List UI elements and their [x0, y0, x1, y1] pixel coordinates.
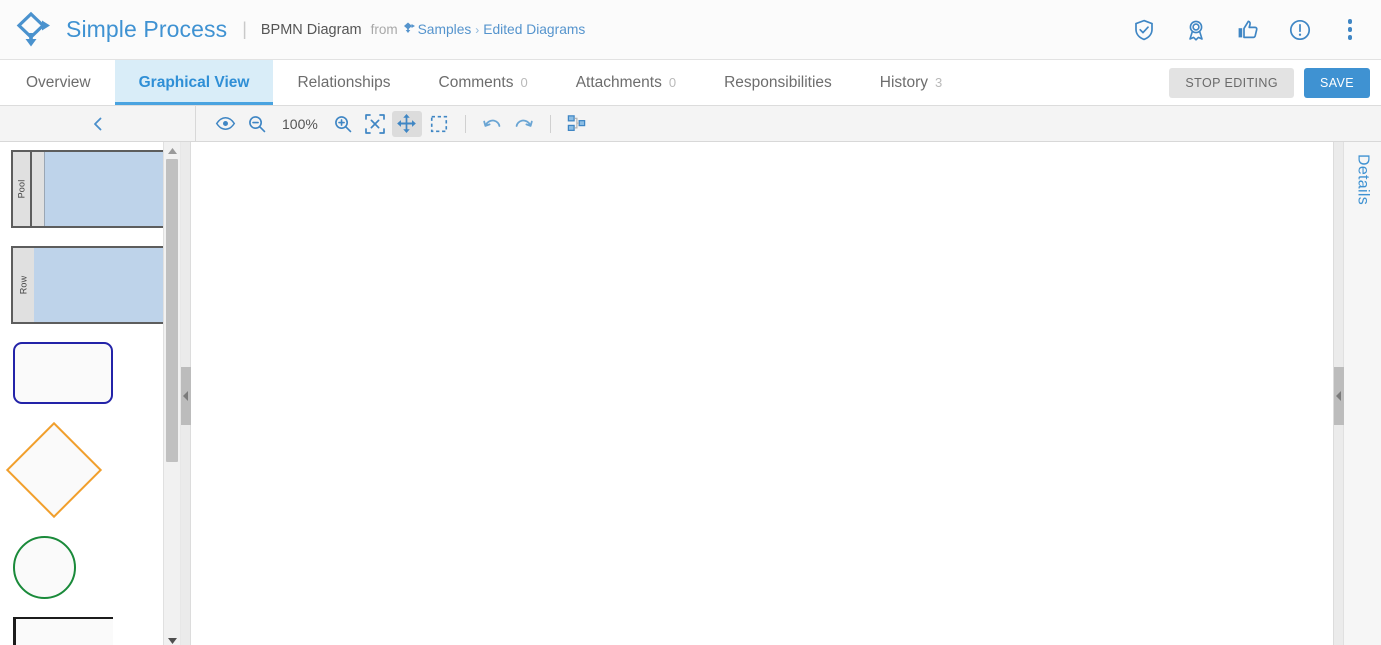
- toolbar-tools: 100%: [196, 111, 592, 137]
- breadcrumb-link-edited-diagrams[interactable]: Edited Diagrams: [483, 22, 585, 37]
- tab-label: Responsibilities: [724, 74, 832, 92]
- visibility-eye-icon[interactable]: [210, 111, 240, 137]
- tab-comments[interactable]: Comments 0: [415, 60, 552, 105]
- tab-bar-actions: STOP EDITING SAVE: [1169, 60, 1381, 105]
- palette-items: Pool Row: [0, 142, 180, 645]
- editor-body: Pool Row: [0, 142, 1381, 645]
- app-header: Simple Process | BPMN Diagram from Sampl…: [0, 0, 1381, 60]
- award-ribbon-icon[interactable]: [1183, 17, 1209, 43]
- save-button[interactable]: SAVE: [1304, 68, 1370, 98]
- event-shape-preview: [13, 536, 76, 599]
- toolbar-divider: [465, 115, 466, 133]
- zoom-in-icon[interactable]: [328, 111, 358, 137]
- tab-label: Relationships: [297, 74, 390, 92]
- diagram-canvas[interactable]: [191, 142, 1333, 645]
- kebab-menu-icon[interactable]: [1339, 17, 1361, 43]
- palette-shape-event[interactable]: [11, 536, 180, 599]
- diamond-arrows-logo[interactable]: [14, 10, 54, 50]
- annotation-shape-preview: [13, 617, 113, 645]
- shield-check-icon[interactable]: [1131, 17, 1157, 43]
- gateway-shape-preview: [6, 422, 102, 518]
- tab-label: Comments: [439, 74, 514, 92]
- tab-responsibilities[interactable]: Responsibilities: [700, 60, 856, 105]
- stop-editing-button[interactable]: STOP EDITING: [1169, 68, 1294, 98]
- header-actions: [1131, 17, 1367, 43]
- diagram-toolbar: 100%: [0, 106, 1381, 142]
- tab-relationships[interactable]: Relationships: [273, 60, 414, 105]
- palette-collapse-handle[interactable]: [181, 367, 191, 425]
- details-collapse-handle[interactable]: [1334, 367, 1344, 425]
- tab-bar: Overview Graphical View Relationships Co…: [0, 60, 1381, 106]
- details-panel-label: Details: [1354, 154, 1372, 205]
- scroll-up-arrow-icon[interactable]: [164, 142, 180, 159]
- tab-label: Attachments: [576, 74, 662, 92]
- diagram-type-label: BPMN Diagram: [261, 22, 362, 38]
- tab-count: 3: [935, 75, 942, 90]
- tab-label: History: [880, 74, 928, 92]
- zoom-level[interactable]: 100%: [274, 116, 326, 132]
- pool-lane-band: [32, 152, 45, 226]
- fit-to-screen-icon[interactable]: [360, 111, 390, 137]
- diamond-icon: [403, 21, 416, 39]
- tab-label: Overview: [26, 74, 91, 92]
- toolbar-palette-section: [0, 106, 196, 141]
- thumbs-up-icon[interactable]: [1235, 17, 1261, 43]
- tab-count: 0: [520, 75, 527, 90]
- palette-shape-gateway[interactable]: [11, 422, 180, 518]
- zoom-out-icon[interactable]: [242, 111, 272, 137]
- shape-palette: Pool Row: [0, 142, 181, 645]
- breadcrumb-link-samples[interactable]: Samples: [418, 22, 472, 37]
- details-splitter[interactable]: [1333, 142, 1343, 645]
- row-shape-preview: Row: [11, 246, 178, 324]
- palette-shape-row[interactable]: Row: [11, 246, 180, 324]
- palette-shape-pool[interactable]: Pool: [11, 150, 180, 228]
- task-shape-preview: [13, 342, 113, 404]
- header-separator: |: [242, 19, 247, 40]
- page-title: Simple Process: [66, 16, 227, 43]
- toolbar-divider: [550, 115, 551, 133]
- tab-label: Graphical View: [139, 74, 250, 92]
- row-label-band: Row: [13, 248, 34, 322]
- undo-icon[interactable]: [477, 111, 507, 137]
- details-panel-tab[interactable]: Details: [1343, 142, 1381, 645]
- palette-scrollbar-thumb[interactable]: [166, 159, 178, 462]
- palette-shape-annotation[interactable]: [11, 617, 180, 645]
- row-label: Row: [18, 276, 28, 295]
- pool-shape-preview: Pool: [11, 150, 178, 228]
- palette-shape-task[interactable]: [11, 342, 180, 404]
- tab-graphical-view[interactable]: Graphical View: [115, 60, 274, 105]
- tab-overview[interactable]: Overview: [2, 60, 115, 105]
- exclamation-circle-icon[interactable]: [1287, 17, 1313, 43]
- from-label: from: [371, 22, 398, 37]
- chevron-left-icon[interactable]: [83, 111, 113, 137]
- redo-icon[interactable]: [509, 111, 539, 137]
- palette-scrollbar[interactable]: [163, 142, 180, 645]
- breadcrumb-separator: ›: [475, 23, 479, 37]
- marquee-select-icon[interactable]: [424, 111, 454, 137]
- pan-move-icon[interactable]: [392, 111, 422, 137]
- tab-attachments[interactable]: Attachments 0: [552, 60, 700, 105]
- pool-label-band: Pool: [13, 152, 32, 226]
- scroll-down-arrow-icon[interactable]: [164, 632, 180, 645]
- auto-layout-icon[interactable]: [562, 111, 592, 137]
- tab-count: 0: [669, 75, 676, 90]
- pool-label: Pool: [17, 180, 27, 199]
- tab-history[interactable]: History 3: [856, 60, 966, 105]
- palette-splitter[interactable]: [181, 142, 191, 645]
